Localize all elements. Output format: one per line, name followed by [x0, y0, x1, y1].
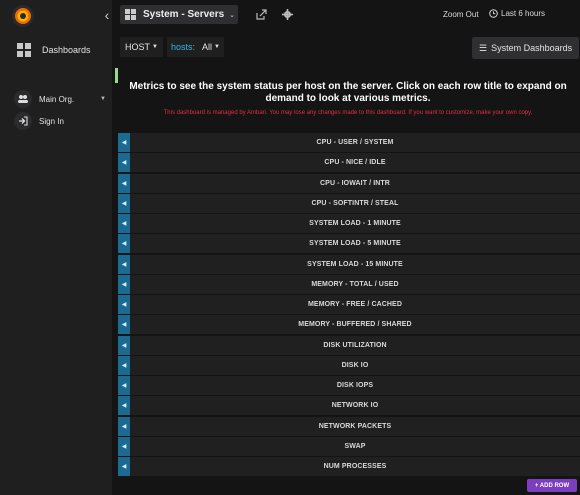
row-title[interactable]: MEMORY - TOTAL / USED [130, 281, 580, 288]
row-title[interactable]: CPU - USER / SYSTEM [130, 139, 580, 146]
caret-down-icon: ▼ [100, 96, 106, 102]
row-collapse-toggle-icon[interactable]: ◀ [118, 295, 130, 314]
zoom-out-button[interactable]: Zoom Out [443, 10, 479, 19]
share-icon[interactable] [256, 9, 267, 20]
dashboard-row[interactable]: ◀ CPU - USER / SYSTEM [118, 133, 580, 152]
row-title[interactable]: DISK IO [130, 362, 580, 369]
row-title[interactable]: DISK UTILIZATION [130, 342, 580, 349]
row-collapse-toggle-icon[interactable]: ◀ [118, 436, 130, 456]
row-collapse-toggle-icon[interactable]: ◀ [118, 416, 130, 436]
dashboard-row[interactable]: ◀ NETWORK IO [118, 396, 580, 416]
row-collapse-toggle-icon[interactable]: ◀ [118, 173, 130, 193]
row-title[interactable]: SYSTEM LOAD - 5 MINUTE [130, 240, 580, 247]
time-range-label: Last 6 hours [501, 9, 546, 18]
sidebar-item-label: Dashboards [42, 45, 91, 55]
hosts-variable-select[interactable]: hosts: All ▼ [167, 37, 224, 57]
menu-icon: ☰ [479, 42, 488, 53]
caret-down-icon: ▼ [152, 44, 158, 50]
text-panel: Metrics to see the system status per hos… [118, 68, 578, 130]
add-row-button[interactable]: + ADD ROW [527, 479, 577, 492]
row-title[interactable]: NETWORK PACKETS [130, 423, 580, 430]
dashboard-row[interactable]: ◀ DISK UTILIZATION [118, 335, 580, 355]
managed-warning: This dashboard is managed by Ambari. You… [163, 110, 533, 116]
row-collapse-toggle-icon[interactable]: ◀ [118, 193, 130, 213]
sign-in-label: Sign In [39, 116, 64, 126]
row-collapse-toggle-icon[interactable]: ◀ [118, 457, 130, 476]
row-title[interactable]: MEMORY - BUFFERED / SHARED [130, 321, 580, 328]
row-title[interactable]: MEMORY - FREE / CACHED [130, 301, 580, 308]
hosts-variable-name: hosts: [171, 42, 196, 52]
row-collapse-toggle-icon[interactable]: ◀ [118, 335, 130, 355]
row-collapse-toggle-icon[interactable]: ◀ [118, 153, 130, 173]
gear-icon[interactable] [282, 9, 293, 20]
panel-heading: Metrics to see the system status per hos… [129, 81, 567, 104]
row-collapse-toggle-icon[interactable]: ◀ [118, 376, 130, 395]
row-title[interactable]: SYSTEM LOAD - 1 MINUTE [130, 220, 580, 227]
row-collapse-toggle-icon[interactable]: ◀ [118, 133, 130, 152]
dashboard-row[interactable]: ◀ MEMORY - BUFFERED / SHARED [118, 315, 580, 335]
dashboard-rows: ◀ CPU - USER / SYSTEM ◀ CPU - NICE / IDLE ◀ C… [118, 133, 580, 477]
row-collapse-toggle-icon[interactable]: ◀ [118, 396, 130, 416]
row-title[interactable]: CPU - IOWAIT / INTR [130, 180, 580, 187]
row-collapse-toggle-icon[interactable]: ◀ [118, 234, 130, 254]
row-title[interactable]: SYSTEM LOAD - 15 MINUTE [130, 261, 580, 268]
variables-submenu: HOST ▼ hosts: All ▼ ☰ System Dashboards [112, 32, 580, 62]
dashboard-row[interactable]: ◀ DISK IOPS [118, 376, 580, 395]
dashboard-picker[interactable]: System - Servers ⌄ [120, 5, 238, 24]
system-dashboards-label: System Dashboards [491, 43, 573, 53]
system-dashboards-button[interactable]: ☰ System Dashboards [472, 37, 579, 59]
dashboard-row[interactable]: ◀ SYSTEM LOAD - 15 MINUTE [118, 254, 580, 274]
row-title[interactable]: CPU - NICE / IDLE [130, 159, 580, 166]
org-avatar-icon [14, 90, 32, 108]
caret-down-icon: ⌄ [229, 11, 236, 19]
dashboard-row[interactable]: ◀ CPU - NICE / IDLE [118, 153, 580, 173]
host-variable-button[interactable]: HOST ▼ [120, 37, 163, 57]
org-label: Main Org. [39, 94, 75, 104]
hosts-variable-value: All [202, 42, 213, 52]
row-collapse-toggle-icon[interactable]: ◀ [118, 355, 130, 375]
dashboard-row[interactable]: ◀ SYSTEM LOAD - 1 MINUTE [118, 214, 580, 233]
dashboard-row[interactable]: ◀ MEMORY - TOTAL / USED [118, 274, 580, 294]
org-switcher[interactable]: Main Org. ▼ [0, 89, 112, 109]
dashboard-row[interactable]: ◀ DISK IO [118, 355, 580, 375]
caret-down-icon: ▼ [214, 44, 220, 50]
dashboard-row[interactable]: ◀ MEMORY - FREE / CACHED [118, 295, 580, 314]
dashboard-grid-icon [125, 9, 136, 20]
clock-icon [489, 9, 498, 18]
sign-in-link[interactable]: Sign In [0, 112, 112, 130]
row-title[interactable]: NUM PROCESSES [130, 463, 580, 470]
row-collapse-toggle-icon[interactable]: ◀ [118, 254, 130, 274]
dashboard-row[interactable]: ◀ CPU - SOFTINTR / STEAL [118, 193, 580, 213]
dashboard-row[interactable]: ◀ SYSTEM LOAD - 5 MINUTE [118, 234, 580, 254]
dashboard-row[interactable]: ◀ NUM PROCESSES [118, 457, 580, 476]
dashboard-row[interactable]: ◀ SWAP [118, 436, 580, 456]
time-range-picker[interactable]: Last 6 hours [489, 9, 545, 18]
row-collapse-toggle-icon[interactable]: ◀ [118, 315, 130, 335]
sidebar: Dashboards Main Org. ▼ Sign In [0, 0, 112, 495]
row-collapse-toggle-icon[interactable]: ◀ [118, 274, 130, 294]
row-title[interactable]: SWAP [130, 443, 580, 450]
top-navbar: ‹ System - Servers ⌄ Zoom Out Last 6 hou… [0, 0, 580, 32]
chevron-left-icon[interactable]: ‹ [100, 7, 114, 23]
dashboard-title: System - Servers [143, 9, 225, 20]
row-title[interactable]: NETWORK IO [130, 402, 580, 409]
sidebar-item-dashboards[interactable]: Dashboards [0, 38, 112, 62]
dashboards-grid-icon [17, 43, 31, 57]
row-title[interactable]: DISK IOPS [130, 382, 580, 389]
row-collapse-toggle-icon[interactable]: ◀ [118, 214, 130, 233]
dashboard-row[interactable]: ◀ NETWORK PACKETS [118, 416, 580, 436]
host-label: HOST [125, 42, 151, 52]
dashboard-row[interactable]: ◀ CPU - IOWAIT / INTR [118, 173, 580, 193]
row-title[interactable]: CPU - SOFTINTR / STEAL [130, 200, 580, 207]
sign-in-icon [14, 112, 32, 130]
